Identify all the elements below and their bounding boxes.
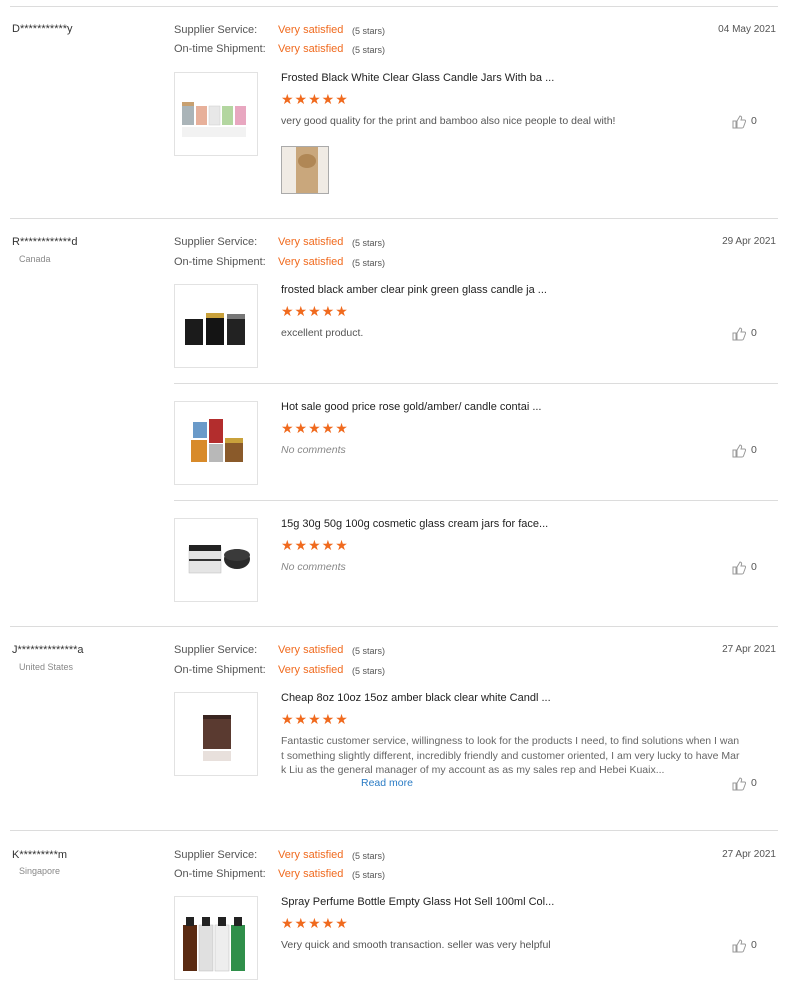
product-thumbnail[interactable] [174,518,258,602]
supplier-service-rating: Very satisfied [278,644,344,656]
supplier-service-stars: (5 stars) [352,26,386,36]
supplier-service-label: Supplier Service: [174,24,258,36]
review-photo-image [282,147,328,193]
product-title[interactable]: frosted black amber clear pink green gla… [281,284,547,296]
thumbs-up-icon[interactable] [732,115,746,129]
product-rating-stars: ★★★★★ [281,303,349,319]
buyer-country: Singapore [19,866,61,876]
candle-tins-image [191,419,243,462]
perfume-bottles-image [183,917,245,972]
product-title[interactable]: 15g 30g 50g 100g cosmetic glass cream ja… [281,518,548,530]
product-rating-stars: ★★★★★ [281,915,349,931]
review-date: 27 Apr 2021 [722,644,776,655]
ontime-shipment-rating: Very satisfied [278,868,344,880]
ontime-shipment-stars: (5 stars) [352,45,386,55]
ontime-shipment-stars: (5 stars) [352,258,386,268]
divider [174,383,778,384]
product-thumbnail[interactable] [174,72,258,156]
buyer-name: J**************a [12,644,84,656]
ontime-shipment-label: On-time Shipment: [174,43,266,55]
ontime-shipment-label: On-time Shipment: [174,664,266,676]
ontime-shipment-rating: Very satisfied [278,43,344,55]
divider [10,830,778,831]
thumbs-up-icon[interactable] [732,444,746,458]
read-more-link[interactable]: Read more [361,777,413,789]
candle-jars-image [182,102,246,137]
review-comment: Very quick and smooth transaction. selle… [281,939,551,951]
review-photo[interactable] [281,146,329,194]
buyer-name: D***********y [12,23,73,35]
ontime-shipment-rating: Very satisfied [278,664,344,676]
product-rating-stars: ★★★★★ [281,537,349,553]
buyer-country: United States [19,662,74,672]
thumbs-up-icon[interactable] [732,777,746,791]
review-comment: very good quality for the print and bamb… [281,115,616,127]
product-rating-stars: ★★★★★ [281,91,349,107]
review-date: 04 May 2021 [718,24,776,35]
product-thumbnail[interactable] [174,284,258,368]
thumbs-up-icon[interactable] [732,939,746,953]
like-count: 0 [751,777,757,789]
review-date: 29 Apr 2021 [722,236,776,247]
review-comment: No comments [281,561,346,573]
supplier-service-label: Supplier Service: [174,849,258,861]
like-count: 0 [751,115,757,127]
ontime-shipment-stars: (5 stars) [352,666,386,676]
ontime-shipment-stars: (5 stars) [352,870,386,880]
ontime-shipment-rating: Very satisfied [278,256,344,268]
ontime-shipment-label: On-time Shipment: [174,868,266,880]
product-title[interactable]: Spray Perfume Bottle Empty Glass Hot Sel… [281,896,554,908]
product-thumbnail[interactable] [174,401,258,485]
supplier-service-label: Supplier Service: [174,644,258,656]
review-comment: No comments [281,444,346,456]
ontime-shipment-label: On-time Shipment: [174,256,266,268]
supplier-service-stars: (5 stars) [352,238,386,248]
like-count: 0 [751,327,757,339]
review-comment: Fantastic customer service, willingness … [281,735,740,776]
product-thumbnail[interactable] [174,692,258,776]
product-title[interactable]: Frosted Black White Clear Glass Candle J… [281,72,554,84]
divider [10,626,778,627]
supplier-service-rating: Very satisfied [278,24,344,36]
thumbs-up-icon[interactable] [732,561,746,575]
product-title[interactable]: Cheap 8oz 10oz 15oz amber black clear wh… [281,692,551,704]
supplier-service-stars: (5 stars) [352,851,386,861]
divider [10,218,778,219]
product-rating-stars: ★★★★★ [281,420,349,436]
like-count: 0 [751,444,757,456]
buyer-name: K*********m [12,849,68,861]
product-title[interactable]: Hot sale good price rose gold/amber/ can… [281,401,541,413]
buyer-name: R************d [12,236,78,248]
product-thumbnail[interactable] [174,896,258,980]
reviews-page: D***********y 04 May 2021 Supplier Servi… [0,0,800,1005]
divider [174,500,778,501]
supplier-service-label: Supplier Service: [174,236,258,248]
buyer-country: Canada [19,254,51,264]
like-count: 0 [751,561,757,573]
like-count: 0 [751,939,757,951]
amber-candle-jar-image [203,715,231,761]
supplier-service-stars: (5 stars) [352,646,386,656]
supplier-service-rating: Very satisfied [278,236,344,248]
cream-jars-image [188,545,250,574]
thumbs-up-icon[interactable] [732,327,746,341]
review-date: 27 Apr 2021 [722,849,776,860]
product-rating-stars: ★★★★★ [281,711,349,727]
black-candle-jars-image [185,313,245,345]
divider [10,6,778,7]
supplier-service-rating: Very satisfied [278,849,344,861]
review-comment: excellent product. [281,327,364,339]
